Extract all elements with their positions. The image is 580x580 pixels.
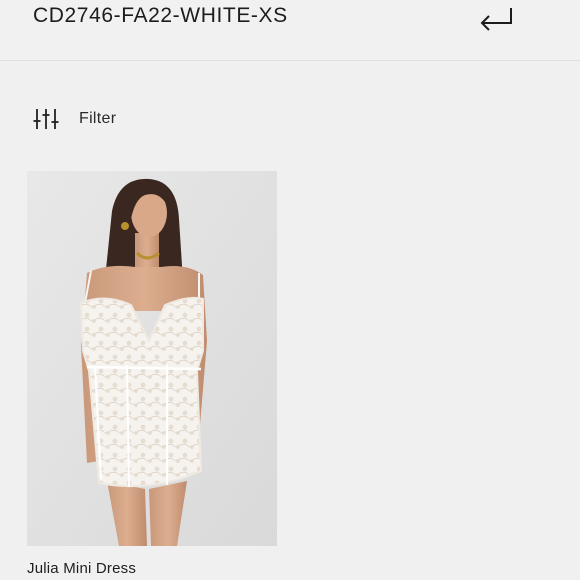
search-query-text[interactable]: CD2746-FA22-WHITE-XS	[33, 4, 288, 28]
filter-button[interactable]: Filter	[33, 104, 116, 134]
search-results-page: CD2746-FA22-WHITE-XS Filter Julia Mini D…	[0, 0, 580, 580]
product-title[interactable]: Julia Mini Dress	[27, 560, 277, 577]
product-photo[interactable]	[27, 171, 277, 546]
filter-label: Filter	[79, 110, 117, 127]
enter-return-icon[interactable]	[478, 5, 514, 33]
sliders-icon	[33, 109, 59, 129]
product-card[interactable]: Julia Mini Dress	[27, 171, 277, 577]
search-bar[interactable]: CD2746-FA22-WHITE-XS	[0, 0, 580, 61]
